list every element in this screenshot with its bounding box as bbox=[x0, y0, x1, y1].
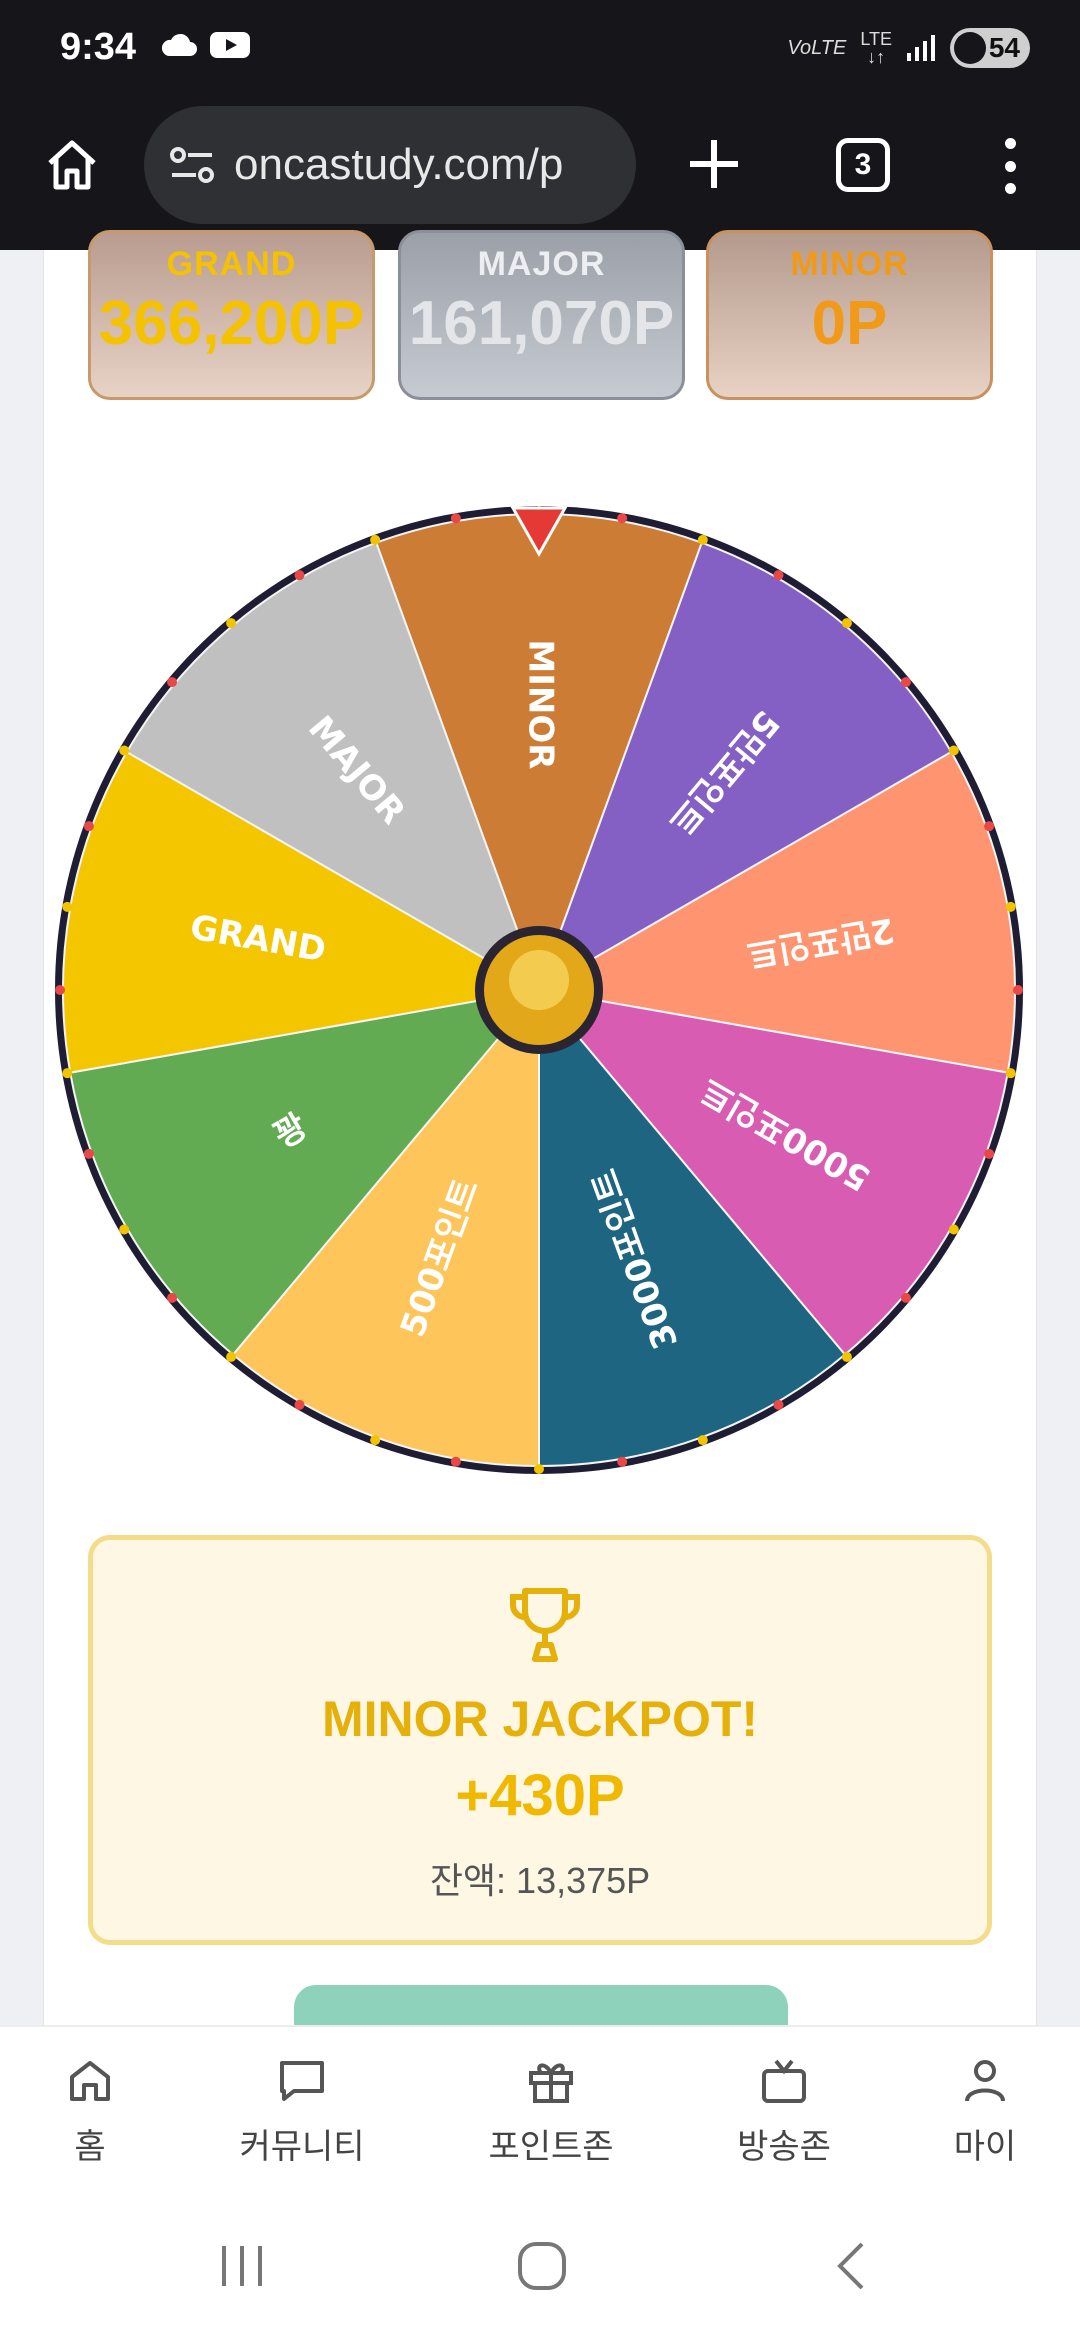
nav-label-points: 포인트존 bbox=[488, 2128, 614, 2166]
top-bar: 9:34 VoLTE LTE ↓↑ 54 oncastudy.com/p 3 bbox=[0, 0, 1080, 250]
wheel-rim-light bbox=[1005, 1068, 1016, 1079]
wheel-rim-light bbox=[167, 677, 178, 688]
jackpot-minor-label: MINOR bbox=[790, 245, 909, 283]
nav-item-points[interactable]: 포인트존 bbox=[461, 2055, 641, 2168]
tab-switcher-button[interactable]: 3 bbox=[836, 138, 890, 192]
wheel-rim-light bbox=[119, 1224, 130, 1235]
wheel-rim-light bbox=[226, 618, 237, 629]
jackpot-major-label: MAJOR bbox=[477, 245, 606, 283]
tv-icon bbox=[762, 2059, 806, 2103]
result-title: MINOR JACKPOT! bbox=[321, 1691, 759, 1747]
jackpot-major-card: MAJOR 161,070P bbox=[398, 230, 685, 400]
wheel-rim-light bbox=[773, 570, 784, 581]
jackpot-grand-label: GRAND bbox=[166, 245, 297, 283]
page-content: GRAND 366,200P MAJOR 161,070P MINOR 0P M… bbox=[0, 230, 1080, 2065]
wheel-hub-shine bbox=[509, 950, 569, 1010]
wheel-segment-label: MINOR bbox=[521, 639, 561, 769]
bottom-navigation: 홈 커뮤니티 포인트존 방송존 마이 bbox=[0, 2025, 1080, 2195]
wheel-rim-light bbox=[984, 821, 995, 832]
trophy-icon bbox=[509, 1588, 581, 1662]
more-menu-icon[interactable] bbox=[1000, 138, 1020, 194]
user-icon bbox=[965, 2060, 1005, 2102]
nav-label-broadcast: 방송존 bbox=[737, 2128, 831, 2166]
home-button-icon[interactable] bbox=[516, 2240, 568, 2292]
system-navigation bbox=[0, 2195, 1080, 2340]
nav-item-home[interactable]: 홈 bbox=[0, 2055, 180, 2168]
wheel-rim-light bbox=[167, 1292, 178, 1303]
wheel-rim-light bbox=[617, 1456, 628, 1467]
address-bar[interactable]: oncastudy.com/p bbox=[144, 106, 636, 224]
youtube-icon bbox=[210, 32, 250, 58]
wheel-rim-light bbox=[1013, 985, 1023, 995]
new-tab-icon[interactable] bbox=[686, 136, 742, 192]
back-icon[interactable] bbox=[826, 2240, 878, 2292]
nav-label-home: 홈 bbox=[74, 2128, 106, 2166]
wheel-rim-light bbox=[841, 1351, 852, 1362]
nav-item-community[interactable]: 커뮤니티 bbox=[212, 2055, 392, 2168]
cloud-icon bbox=[161, 33, 197, 56]
wheel-rim-light bbox=[119, 745, 130, 756]
wheel-rim-light bbox=[841, 618, 852, 629]
volte-indicator: VoLTE bbox=[787, 36, 847, 59]
url-text[interactable]: oncastudy.com/p bbox=[234, 140, 563, 190]
roulette-wheel[interactable]: MINOR 5만포인트2만포인트5000포인트3000포인트500포인트꽝GRAN… bbox=[44, 470, 1036, 1480]
chat-icon bbox=[280, 2061, 324, 2101]
wheel-rim-light bbox=[1005, 901, 1016, 912]
browser-home-icon[interactable] bbox=[42, 135, 102, 195]
wheel-rim-light bbox=[62, 1068, 73, 1079]
wheel-rim-light bbox=[226, 1351, 237, 1362]
wheel-rim-light bbox=[83, 821, 94, 832]
nav-label-my: 마이 bbox=[953, 2128, 1017, 2166]
home-icon bbox=[70, 2061, 110, 2101]
wheel-rim-light bbox=[62, 901, 73, 912]
status-notification-icons bbox=[160, 30, 250, 60]
jackpot-grand-value: 366,200P bbox=[98, 289, 365, 358]
wheel-rim-light bbox=[948, 745, 959, 756]
signal-icon bbox=[907, 35, 935, 61]
wheel-rim-light bbox=[534, 1464, 544, 1474]
recent-apps-icon[interactable] bbox=[216, 2240, 268, 2292]
balance-text: 잔액: 13,375P bbox=[429, 1860, 651, 1901]
battery-indicator: 54 bbox=[950, 28, 1030, 68]
wheel-rim-light bbox=[55, 985, 65, 995]
wheel-rim-light bbox=[948, 1224, 959, 1235]
wheel-rim-light bbox=[450, 1456, 461, 1467]
jackpot-minor-value: 0P bbox=[811, 289, 888, 358]
site-settings-icon[interactable] bbox=[168, 145, 216, 185]
jackpot-minor-card: MINOR 0P bbox=[706, 230, 993, 400]
wheel-rim-light bbox=[900, 677, 911, 688]
jackpot-major-value: 161,070P bbox=[408, 289, 675, 358]
lte-indicator: LTE ↓↑ bbox=[860, 29, 892, 67]
wheel-rim-light bbox=[294, 570, 305, 581]
wheel-rim-light bbox=[450, 513, 461, 524]
wheel-rim-light bbox=[294, 1399, 305, 1410]
status-right: VoLTE LTE ↓↑ 54 bbox=[787, 28, 1030, 68]
status-time: 9:34 bbox=[60, 26, 137, 68]
jackpot-grand-card: GRAND 366,200P bbox=[88, 230, 375, 400]
wheel-rim-light bbox=[370, 534, 381, 545]
wheel-rim-light bbox=[617, 513, 628, 524]
nav-item-broadcast[interactable]: 방송존 bbox=[694, 2055, 874, 2168]
wheel-rim-light bbox=[697, 1435, 708, 1446]
wheel-rim-light bbox=[900, 1292, 911, 1303]
result-panel: MINOR JACKPOT! +430P 잔액: 13,375P bbox=[88, 1535, 992, 1945]
nav-label-community: 커뮤니티 bbox=[239, 2128, 365, 2166]
battery-saver-icon bbox=[954, 32, 986, 64]
nav-item-my[interactable]: 마이 bbox=[895, 2055, 1075, 2168]
wheel-rim-light bbox=[984, 1148, 995, 1159]
wheel-rim-light bbox=[370, 1435, 381, 1446]
wheel-rim-light bbox=[697, 534, 708, 545]
result-points: +430P bbox=[455, 1763, 625, 1828]
wheel-rim-light bbox=[773, 1399, 784, 1410]
wheel-rim-light bbox=[83, 1148, 94, 1159]
gift-icon bbox=[529, 2063, 573, 2103]
